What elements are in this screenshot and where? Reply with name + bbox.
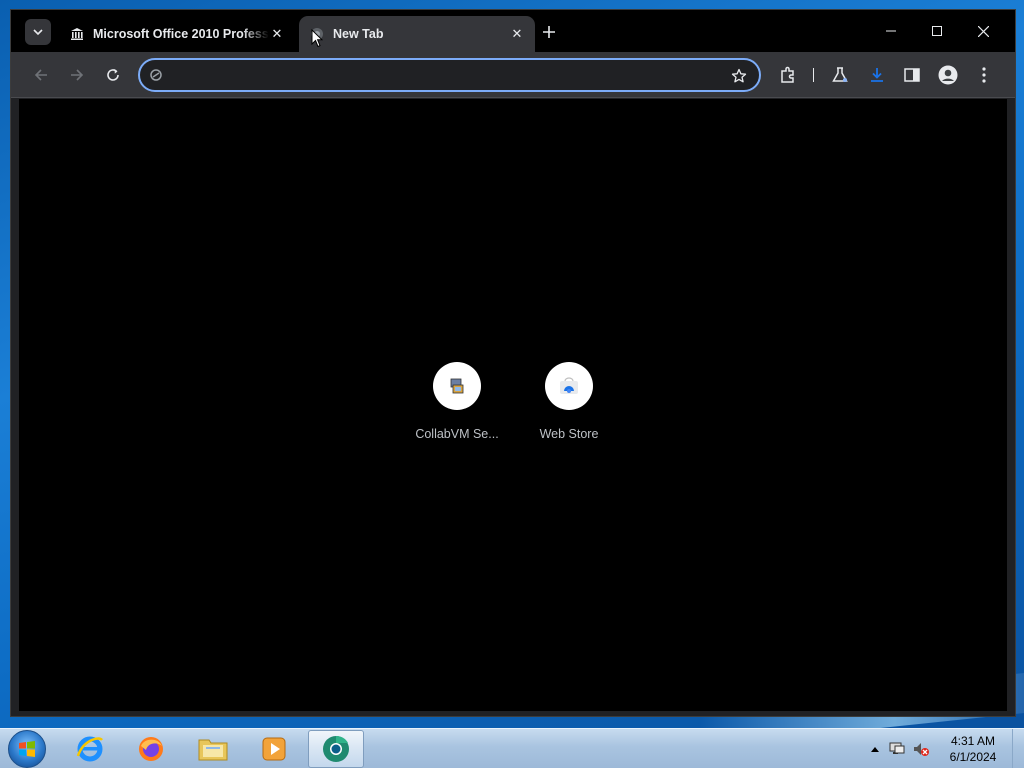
show-desktop-button[interactable] xyxy=(1012,729,1024,768)
browser-toolbar xyxy=(11,52,1015,98)
mouse-cursor-icon xyxy=(311,29,323,48)
forward-button[interactable] xyxy=(65,63,89,87)
network-icon[interactable] xyxy=(886,741,908,757)
maximize-icon xyxy=(932,26,942,36)
page-info-icon xyxy=(150,69,162,81)
minimize-button[interactable] xyxy=(876,18,906,44)
download-icon xyxy=(871,68,883,82)
star-icon xyxy=(731,68,747,83)
close-window-button[interactable] xyxy=(968,18,998,44)
puzzle-icon xyxy=(781,66,794,83)
back-button[interactable] xyxy=(29,63,53,87)
clock-date: 6/1/2024 xyxy=(949,750,997,764)
collabvm-icon xyxy=(450,378,464,394)
ie-icon xyxy=(76,736,103,762)
taskbar-chrome[interactable] xyxy=(308,730,364,768)
new-tab-page: CollabVM Se... Web Store xyxy=(19,99,1007,711)
shortcut-label: Web Store xyxy=(539,427,599,441)
shortcut-web-store[interactable]: Web Store xyxy=(513,362,625,441)
taskbar-firefox[interactable] xyxy=(123,730,179,768)
folder-icon xyxy=(198,739,228,761)
taskbar-internet-explorer[interactable] xyxy=(62,730,118,768)
close-tab-icon[interactable]: ✕ xyxy=(509,26,525,42)
toolbar-divider xyxy=(813,68,814,82)
bookmark-button[interactable] xyxy=(729,66,749,86)
plus-icon xyxy=(543,26,555,38)
shortcut-tile[interactable] xyxy=(433,362,481,410)
close-tab-icon[interactable]: ✕ xyxy=(269,26,285,42)
profile-button[interactable] xyxy=(937,64,959,86)
arrow-right-icon xyxy=(71,69,84,81)
kebab-menu-icon xyxy=(982,67,986,83)
flask-icon xyxy=(832,67,848,82)
shortcut-tile[interactable] xyxy=(545,362,593,410)
firefox-icon xyxy=(139,737,163,761)
extensions-button[interactable] xyxy=(777,64,799,86)
address-input[interactable] xyxy=(170,66,710,86)
media-player-icon xyxy=(262,737,286,761)
museum-icon xyxy=(69,26,85,42)
taskbar-windows-explorer[interactable] xyxy=(185,730,241,768)
volume-muted-icon[interactable] xyxy=(910,741,932,757)
chevron-up-icon[interactable] xyxy=(868,746,882,752)
chrome-icon xyxy=(323,735,349,762)
start-button[interactable] xyxy=(8,730,46,768)
menu-button[interactable] xyxy=(973,64,995,86)
close-icon xyxy=(977,25,989,37)
tab-title: Microsoft Office 2010 Professi xyxy=(93,27,269,41)
address-bar[interactable] xyxy=(138,58,761,92)
tab-title: New Tab xyxy=(333,27,384,41)
web-store-icon xyxy=(560,377,578,394)
tab-strip: Microsoft Office 2010 Professi ✕ New Tab… xyxy=(11,10,1015,52)
clock[interactable]: 4:31 AM 6/1/2024 xyxy=(940,733,1006,765)
clock-time: 4:31 AM xyxy=(950,734,996,748)
chevron-down-icon xyxy=(33,29,43,36)
new-tab-button[interactable] xyxy=(539,22,559,42)
side-panel-button[interactable] xyxy=(901,64,923,86)
side-panel-icon xyxy=(904,68,920,82)
shortcut-label: CollabVM Se... xyxy=(415,427,499,441)
labs-button[interactable] xyxy=(829,64,851,86)
avatar-icon xyxy=(938,65,958,85)
shortcut-collabvm[interactable]: CollabVM Se... xyxy=(401,362,513,441)
tab-new-tab[interactable]: New Tab ✕ xyxy=(299,16,535,52)
minimize-icon xyxy=(886,30,896,32)
tab-search-button[interactable] xyxy=(25,19,51,45)
taskbar: 4:31 AM 6/1/2024 xyxy=(0,728,1024,768)
downloads-button[interactable] xyxy=(866,64,888,86)
reload-button[interactable] xyxy=(101,63,125,87)
browser-window: Microsoft Office 2010 Professi ✕ New Tab… xyxy=(10,9,1016,717)
maximize-button[interactable] xyxy=(922,18,952,44)
windows-logo-icon xyxy=(19,741,35,757)
arrow-left-icon xyxy=(34,69,47,81)
taskbar-media-player[interactable] xyxy=(246,730,302,768)
reload-icon xyxy=(107,69,119,81)
system-tray xyxy=(868,729,932,768)
tab-office[interactable]: Microsoft Office 2010 Professi ✕ xyxy=(59,16,295,52)
